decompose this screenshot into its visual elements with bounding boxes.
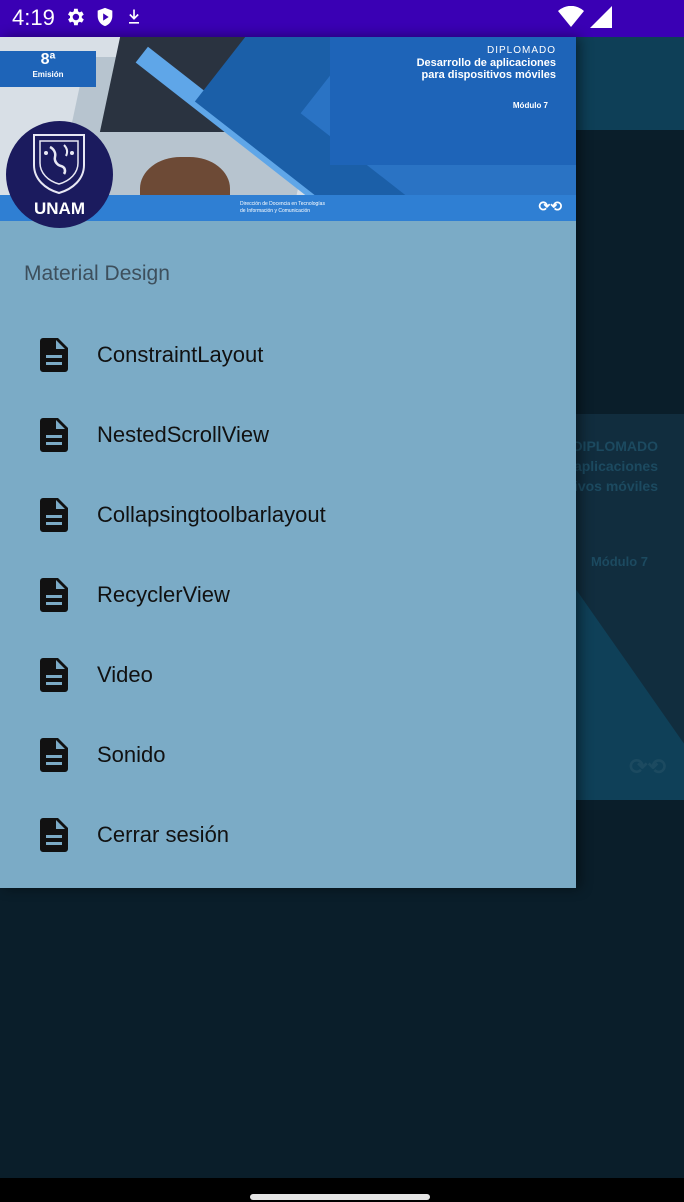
document-icon <box>40 738 68 772</box>
menu-item-label: ConstraintLayout <box>97 342 264 367</box>
document-icon <box>40 338 68 372</box>
dgtic-logo: ⟳⟲ <box>538 198 562 214</box>
menu-item-constraintlayout[interactable]: ConstraintLayout <box>0 315 576 395</box>
status-bar: 4:19 <box>0 0 684 37</box>
signal-icon <box>590 6 612 28</box>
drawer-menu: ConstraintLayout NestedScrollView Collap… <box>0 315 576 875</box>
header-module: Módulo 7 <box>512 101 548 110</box>
menu-item-label: Video <box>97 662 153 687</box>
document-icon <box>40 578 68 612</box>
background-module: Módulo 7 <box>590 554 648 569</box>
status-time: 4:19 <box>12 5 55 30</box>
avatar-label: UNAM <box>34 199 85 218</box>
download-icon <box>129 9 139 24</box>
menu-item-label: RecyclerView <box>97 582 230 607</box>
background-logo: ⟳⟲ <box>629 754 666 779</box>
menu-item-nestedscrollview[interactable]: NestedScrollView <box>0 395 576 475</box>
header-diplomado: DIPLOMADO <box>486 45 556 56</box>
gear-icon <box>68 8 84 26</box>
menu-item-label: NestedScrollView <box>97 422 270 447</box>
edition-badge: 8ª Emisión <box>0 51 96 87</box>
edition-number: 8ª <box>40 51 56 68</box>
navigation-drawer: 8ª Emisión DIPLOMADO Desarrollo de aplic… <box>0 37 576 888</box>
menu-item-sonido[interactable]: Sonido <box>0 715 576 795</box>
menu-item-cerrar-sesion[interactable]: Cerrar sesión <box>0 795 576 875</box>
navigation-bar <box>0 1178 684 1202</box>
header-footer-line1: Dirección de Docencia en Tecnologías <box>240 201 325 207</box>
shield-icon <box>97 7 113 27</box>
header-title: DIPLOMADO Desarrollo de aplicaciones par… <box>417 45 556 81</box>
menu-item-label: Collapsingtoolbarlayout <box>97 502 326 527</box>
unam-crest-icon <box>33 134 85 195</box>
home-gesture-handle[interactable] <box>250 1194 430 1200</box>
section-title: Material Design <box>24 262 170 285</box>
document-icon <box>40 498 68 532</box>
menu-item-collapsingtoolbarlayout[interactable]: Collapsingtoolbarlayout <box>0 475 576 555</box>
edition-word: Emisión <box>32 70 64 79</box>
header-title-line1: Desarrollo de aplicaciones <box>416 57 556 69</box>
menu-item-recyclerview[interactable]: RecyclerView <box>0 555 576 635</box>
document-icon <box>40 658 68 692</box>
avatar[interactable]: UNAM <box>6 121 113 228</box>
menu-item-label: Sonido <box>97 742 166 767</box>
menu-item-video[interactable]: Video <box>0 635 576 715</box>
document-icon <box>40 818 68 852</box>
document-icon <box>40 418 68 452</box>
header-footer-line2: de Información y Comunicación <box>240 208 311 214</box>
menu-item-label: Cerrar sesión <box>97 822 230 847</box>
wifi-icon <box>558 6 584 27</box>
header-title-line2: para dispositivos móviles <box>421 69 557 81</box>
